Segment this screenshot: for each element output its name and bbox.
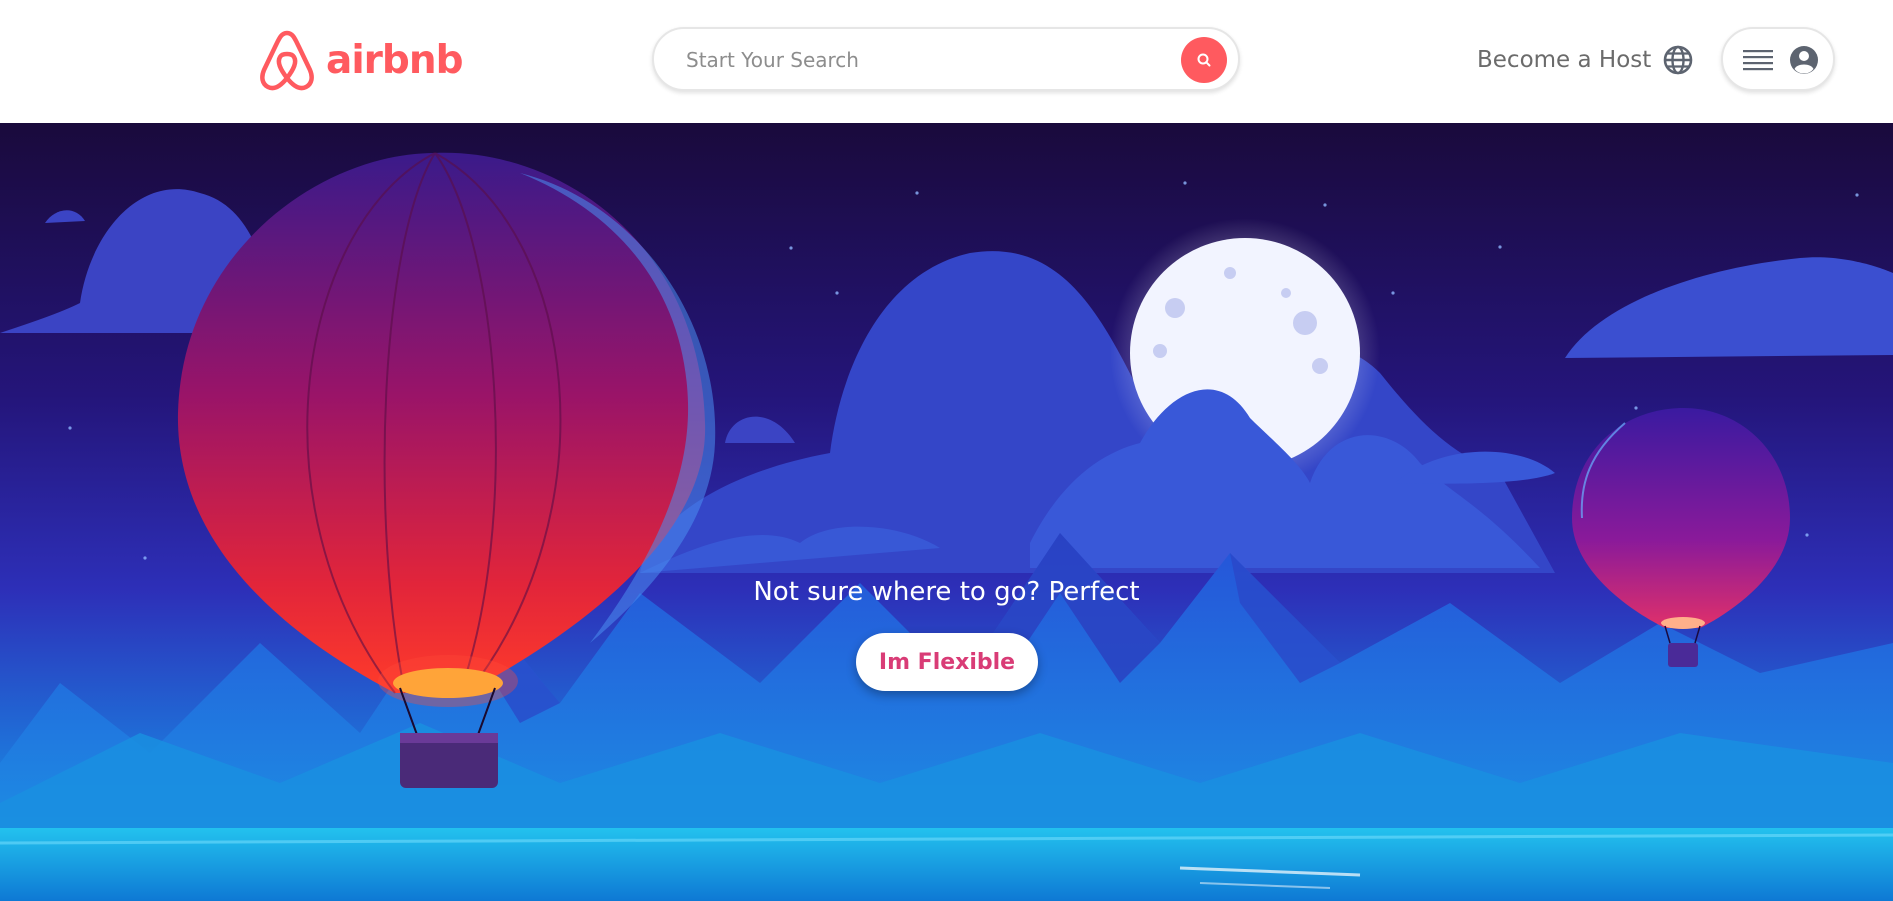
globe-icon[interactable] bbox=[1663, 45, 1693, 75]
airbnb-logo-icon bbox=[260, 30, 314, 91]
search-button[interactable] bbox=[1181, 37, 1227, 83]
hero-banner: Not sure where to go? Perfect bbox=[0, 123, 1893, 901]
become-host-link[interactable]: Become a Host bbox=[1477, 47, 1651, 73]
hero-tagline: Not sure where to go? Perfect bbox=[753, 577, 1140, 607]
top-navbar: airbnb Become a Host bbox=[0, 0, 1893, 123]
user-avatar-icon bbox=[1790, 46, 1818, 74]
hamburger-menu-icon bbox=[1743, 50, 1773, 71]
search-input[interactable] bbox=[684, 29, 1128, 91]
user-menu-button[interactable] bbox=[1721, 27, 1835, 91]
search-bar bbox=[652, 27, 1240, 91]
hero-illustration bbox=[0, 123, 1893, 901]
logo-wordmark: airbnb bbox=[326, 37, 464, 83]
search-icon bbox=[1197, 53, 1211, 67]
airbnb-logo[interactable]: airbnb bbox=[258, 28, 464, 92]
im-flexible-button[interactable]: Im Flexible bbox=[856, 633, 1038, 691]
